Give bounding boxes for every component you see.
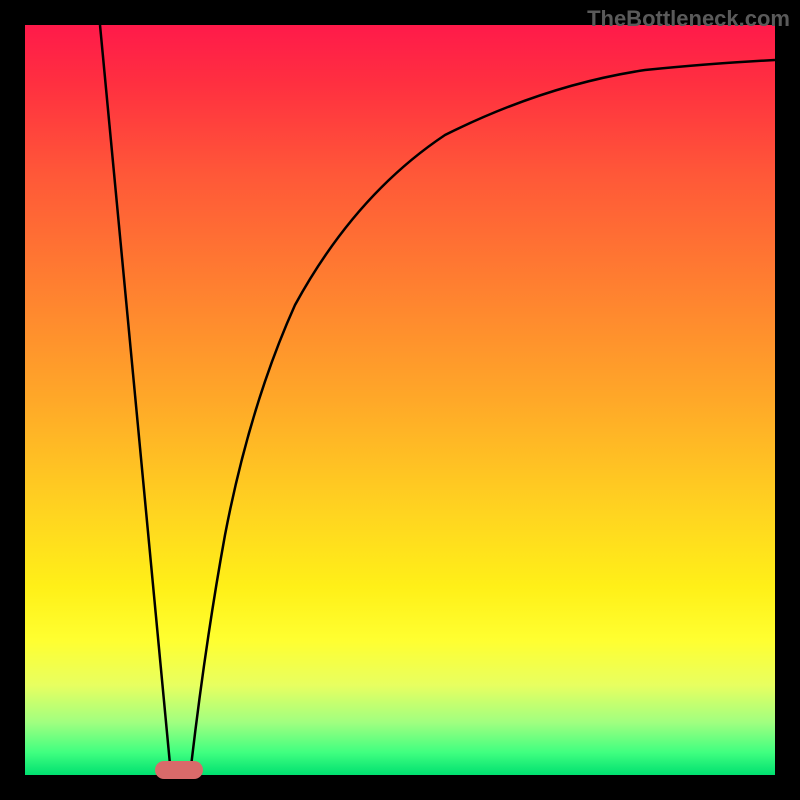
watermark-text: TheBottleneck.com <box>587 6 790 32</box>
chart-curves-svg <box>25 25 775 775</box>
bottleneck-marker <box>155 761 203 779</box>
right-curve-path <box>190 60 775 775</box>
left-line-path <box>100 25 171 775</box>
chart-plot-area <box>25 25 775 775</box>
